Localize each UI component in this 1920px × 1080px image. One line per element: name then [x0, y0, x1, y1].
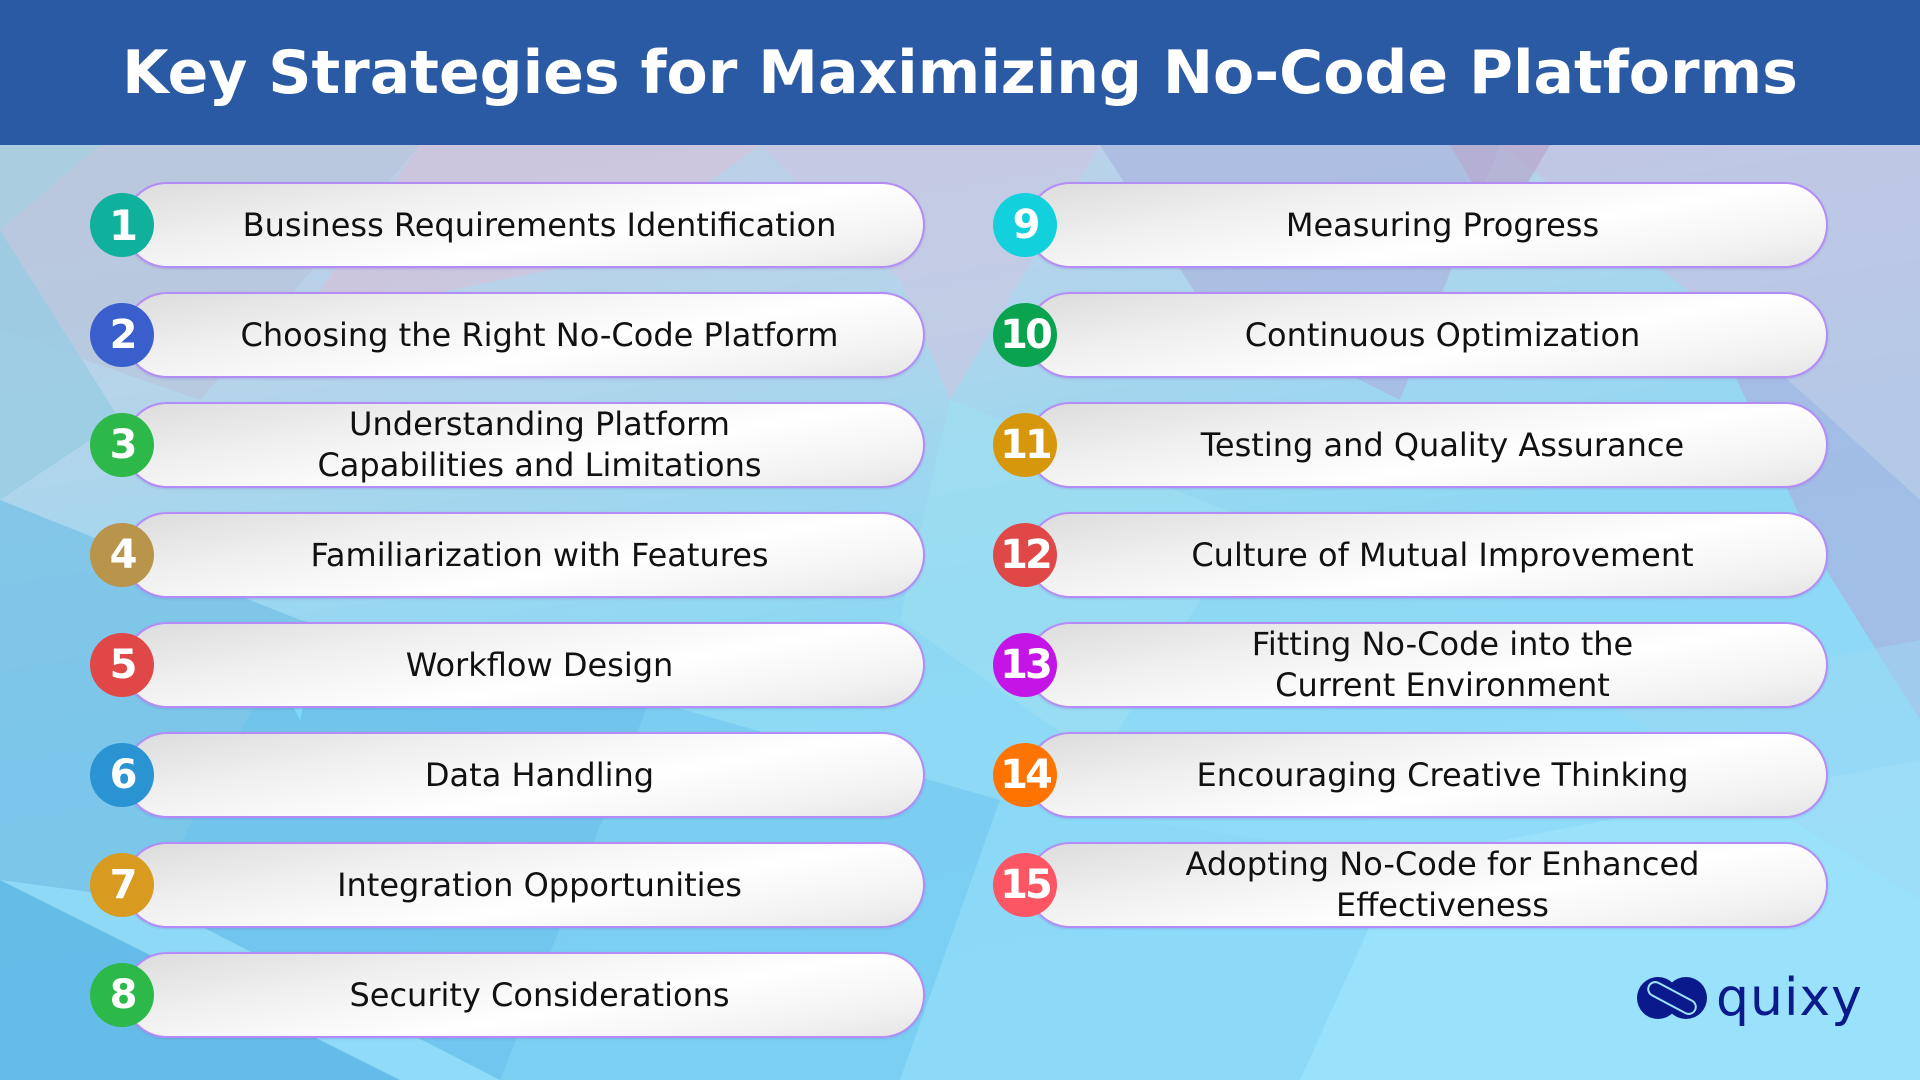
page-title: Key Strategies for Maximizing No-Code Pl…: [122, 37, 1798, 108]
strategy-label: Security Considerations: [349, 975, 730, 1014]
strategy-pill: Data Handling: [124, 732, 925, 818]
strategy-pill: Testing and Quality Assurance: [1027, 402, 1828, 488]
number-badge: 15: [993, 853, 1057, 917]
number-badge: 11: [993, 413, 1057, 477]
strategy-pill: Workflow Design: [124, 622, 925, 708]
strategy-pill: Understanding Platform Capabilities and L…: [124, 402, 925, 488]
strategy-pill: Fitting No-Code into the Current Environm…: [1027, 622, 1828, 708]
strategy-pill: Security Considerations: [124, 952, 925, 1038]
infinity-loop-icon: [1637, 977, 1707, 1019]
strategy-label: Workflow Design: [405, 645, 674, 684]
strategy-pill: Encouraging Creative Thinking: [1027, 732, 1828, 818]
strategy-label: Adopting No-Code for Enhanced Effectivene…: [1185, 845, 1700, 924]
header-banner: Key Strategies for Maximizing No-Code Pl…: [0, 0, 1920, 145]
number-badge: 7: [90, 853, 154, 917]
strategy-pill: Measuring Progress: [1027, 182, 1828, 268]
number-badge: 13: [993, 633, 1057, 697]
number-badge: 14: [993, 743, 1057, 807]
quixy-logo: quixy: [1636, 968, 1866, 1028]
strategy-label: Choosing the Right No-Code Platform: [240, 315, 839, 354]
strategy-pill: Continuous Optimization: [1027, 292, 1828, 378]
strategy-label: Data Handling: [424, 755, 655, 794]
strategy-pill: Familiarization with Features: [124, 512, 925, 598]
strategy-label: Fitting No-Code into the Current Environm…: [1251, 625, 1634, 704]
strategy-label: Familiarization with Features: [310, 535, 769, 574]
strategy-label: Business Requirements Identification: [242, 205, 837, 244]
strategy-label: Understanding Platform Capabilities and L…: [317, 405, 762, 484]
strategy-label: Continuous Optimization: [1244, 315, 1641, 354]
strategy-pill: Adopting No-Code for Enhanced Effectivene…: [1027, 842, 1828, 928]
strategy-pill: Business Requirements Identification: [124, 182, 925, 268]
number-badge: 9: [993, 193, 1057, 257]
number-badge: 6: [90, 743, 154, 807]
strategy-label: Testing and Quality Assurance: [1200, 425, 1685, 464]
strategy-pill: Choosing the Right No-Code Platform: [124, 292, 925, 378]
strategy-pill: Culture of Mutual Improvement: [1027, 512, 1828, 598]
number-badge: 10: [993, 303, 1057, 367]
strategy-label: Encouraging Creative Thinking: [1196, 755, 1689, 794]
strategy-pill: Integration Opportunities: [124, 842, 925, 928]
number-badge: 2: [90, 303, 154, 367]
strategy-label: Measuring Progress: [1285, 205, 1600, 244]
number-badge: 5: [90, 633, 154, 697]
strategy-label: Culture of Mutual Improvement: [1191, 535, 1694, 574]
number-badge: 12: [993, 523, 1057, 587]
number-badge: 8: [90, 963, 154, 1027]
number-badge: 3: [90, 413, 154, 477]
logo-wordmark: quixy: [1716, 968, 1863, 1028]
number-badge: 4: [90, 523, 154, 587]
number-badge: 1: [90, 193, 154, 257]
strategy-label: Integration Opportunities: [337, 865, 742, 904]
